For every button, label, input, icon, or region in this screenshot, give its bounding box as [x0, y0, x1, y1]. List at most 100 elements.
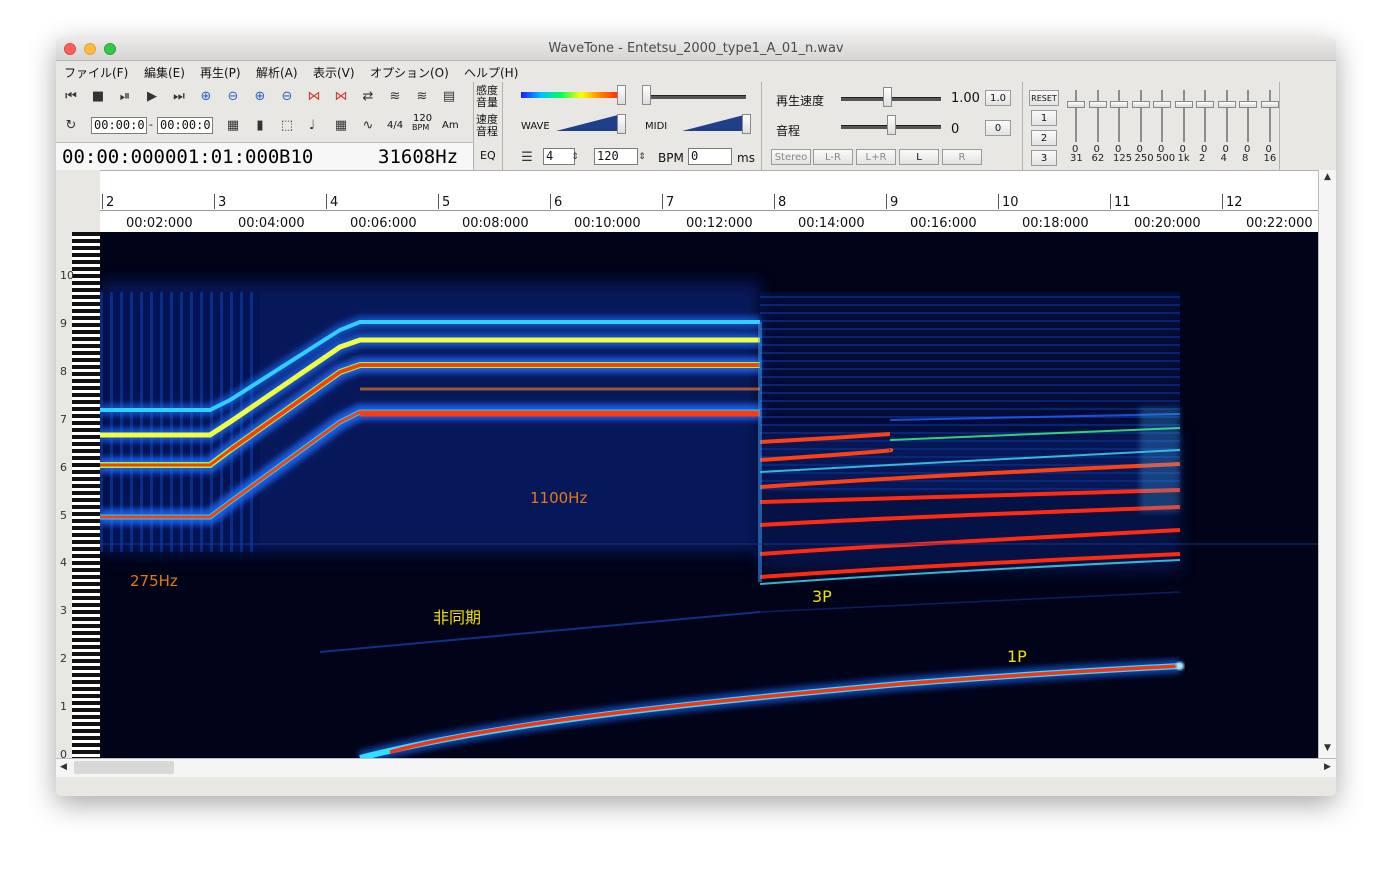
- channel-l-button[interactable]: L: [899, 149, 939, 165]
- pitch-reset-button[interactable]: 0: [985, 120, 1011, 136]
- horizontal-scrollbar[interactable]: ◀ ▶: [56, 758, 1336, 777]
- waveform-icon[interactable]: ≋: [384, 86, 406, 106]
- piano-keyboard[interactable]: 10 9 8 7 6 5 4 3 2 1 0: [56, 232, 100, 761]
- piano-keys[interactable]: [72, 232, 100, 758]
- vertical-scrollbar[interactable]: ▲ ▼: [1318, 170, 1336, 758]
- menu-edit[interactable]: 編集(E): [144, 64, 185, 81]
- sensitivity-slider-thumb[interactable]: [617, 85, 626, 105]
- eq-band-slider[interactable]: [1268, 90, 1271, 142]
- menu-play[interactable]: 再生(P): [200, 64, 241, 81]
- offset-ms-field[interactable]: 0: [688, 148, 732, 165]
- window-title: WaveTone - Entetsu_2000_type1_A_01_n.wav: [548, 41, 844, 56]
- rewind-icon[interactable]: ⏮: [60, 86, 82, 106]
- play-icon[interactable]: ▶: [141, 86, 163, 106]
- midi-volume-ramp[interactable]: [682, 115, 744, 131]
- menu-help[interactable]: ヘルプ(H): [464, 64, 518, 81]
- playback-speed-thumb[interactable]: [883, 87, 892, 107]
- window-split-icon[interactable]: ▦: [222, 115, 244, 135]
- zoom-in-vertical-icon[interactable]: ⊕: [249, 86, 271, 106]
- time-label: 00:14:000: [798, 216, 865, 231]
- eq-band-thumb[interactable]: [1088, 101, 1107, 108]
- loop-icon[interactable]: ↻: [60, 115, 82, 135]
- pause-icon[interactable]: ⏯: [114, 86, 136, 106]
- channel-r-button[interactable]: R: [942, 149, 982, 165]
- menu-analyze[interactable]: 解析(A): [256, 64, 298, 81]
- waveform-stereo-icon[interactable]: ≋: [411, 86, 433, 106]
- eq-button[interactable]: EQ: [480, 149, 496, 162]
- eq-band-thumb[interactable]: [1110, 101, 1128, 108]
- octave-label: 2: [60, 652, 67, 666]
- scroll-down-icon[interactable]: ▼: [1324, 743, 1331, 753]
- octave-label: 5: [60, 508, 67, 522]
- eq-band-slider[interactable]: [1204, 90, 1206, 142]
- grid-spinner-icon[interactable]: ⇕: [568, 147, 582, 167]
- eq-reset-button[interactable]: RESET: [1029, 90, 1059, 106]
- eq-band-thumb[interactable]: [1067, 101, 1085, 108]
- bpm-icon-label[interactable]: BPM: [412, 123, 429, 132]
- wave-label: WAVE: [521, 121, 550, 132]
- marker-icon[interactable]: ▮: [249, 115, 271, 135]
- eq-band-thumb[interactable]: [1196, 101, 1214, 108]
- horizontal-scroll-thumb[interactable]: [74, 761, 174, 774]
- eq-band-thumb[interactable]: [1174, 101, 1193, 108]
- eq-band-slider[interactable]: [1161, 90, 1163, 142]
- volume-slider-thumb[interactable]: [642, 85, 651, 105]
- time-label: 00:16:000: [910, 216, 977, 231]
- spectrogram-view[interactable]: 275Hz 1100Hz 非同期 3P 1P: [100, 232, 1318, 758]
- eq-preset-1-button[interactable]: 1: [1031, 110, 1057, 126]
- volume-slider-track[interactable]: [646, 95, 746, 99]
- eq-band-slider[interactable]: [1247, 90, 1249, 142]
- loop-start-field[interactable]: 00:00:0: [91, 117, 147, 134]
- chord-button[interactable]: Am: [442, 120, 459, 131]
- channel-l-plus-r-button[interactable]: L+R: [856, 149, 896, 165]
- ruler-tick: [438, 194, 439, 209]
- eq-band-slider[interactable]: [1118, 90, 1120, 142]
- loop-end-field[interactable]: 00:00:0: [157, 117, 213, 134]
- zoom-in-horizontal-icon[interactable]: ⊕: [195, 86, 217, 106]
- octave-label: 10: [60, 269, 74, 282]
- eq-band-slider[interactable]: [1075, 90, 1077, 142]
- eq-band-slider[interactable]: [1225, 90, 1228, 142]
- channel-l-minus-r-button[interactable]: L-R: [813, 149, 853, 165]
- wave-volume-ramp[interactable]: [556, 115, 618, 131]
- curve-icon[interactable]: ∿: [357, 115, 379, 135]
- expand-icon[interactable]: ⋈: [303, 86, 325, 106]
- zoom-out-horizontal-icon[interactable]: ⊖: [222, 86, 244, 106]
- bpm-spinner-icon[interactable]: ⇕: [635, 147, 649, 167]
- grid-icon[interactable]: ▦: [330, 115, 352, 135]
- time-ruler[interactable]: 2 3 4 5 6 7 8 9 10 11 12 00:02:000 00:04:000 00:06:00…: [100, 170, 1318, 233]
- fast-forward-icon[interactable]: ⏭: [168, 86, 190, 106]
- pitch-thumb[interactable]: [887, 115, 896, 135]
- eq-band-slider[interactable]: [1139, 90, 1142, 142]
- eq-band-thumb[interactable]: [1131, 101, 1150, 108]
- grid-lines-icon[interactable]: ☰: [516, 147, 538, 167]
- stop-icon[interactable]: ■: [87, 86, 109, 106]
- swap-icon[interactable]: ⇄: [357, 86, 379, 106]
- menu-options[interactable]: オプション(O): [370, 64, 449, 81]
- midi-slider-thumb[interactable]: [742, 114, 751, 134]
- eq-band-thumb[interactable]: [1153, 101, 1171, 108]
- eq-band-frequency: 4: [1220, 153, 1227, 164]
- bpm-field[interactable]: 120: [594, 148, 638, 165]
- wave-slider-thumb[interactable]: [617, 114, 626, 134]
- note-icon[interactable]: ♩: [301, 115, 323, 135]
- eq-preset-3-button[interactable]: 3: [1031, 150, 1057, 166]
- menu-view[interactable]: 表示(V): [313, 64, 355, 81]
- scroll-right-icon[interactable]: ▶: [1324, 762, 1331, 772]
- eq-band-thumb[interactable]: [1239, 101, 1257, 108]
- channel-stereo-button[interactable]: Stereo: [771, 149, 811, 165]
- eq-preset-2-button[interactable]: 2: [1031, 130, 1057, 146]
- eq-band-thumb[interactable]: [1217, 101, 1236, 108]
- playback-speed-reset-button[interactable]: 1.0: [985, 90, 1011, 106]
- eq-band-slider[interactable]: [1096, 90, 1099, 142]
- select-icon[interactable]: ⬚: [276, 115, 298, 135]
- eq-band-thumb[interactable]: [1260, 101, 1279, 108]
- menu-file[interactable]: ファイル(F): [64, 64, 128, 81]
- shrink-icon[interactable]: ⋈: [330, 86, 352, 106]
- time-signature[interactable]: 4/4: [387, 120, 403, 131]
- scroll-up-icon[interactable]: ▲: [1324, 172, 1331, 182]
- eq-band-slider[interactable]: [1182, 90, 1185, 142]
- scroll-left-icon[interactable]: ◀: [60, 762, 67, 772]
- zoom-out-vertical-icon[interactable]: ⊖: [276, 86, 298, 106]
- book-icon[interactable]: ▤: [438, 86, 460, 106]
